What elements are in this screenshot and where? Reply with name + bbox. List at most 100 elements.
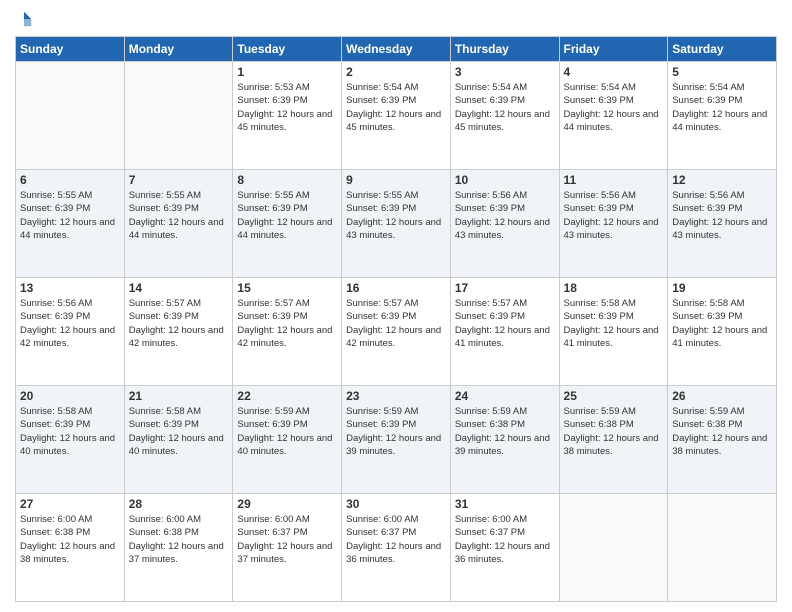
- day-number: 16: [346, 281, 446, 295]
- calendar-cell: 19 Sunrise: 5:58 AMSunset: 6:39 PMDayligh…: [668, 278, 777, 386]
- day-info: Sunrise: 5:56 AMSunset: 6:39 PMDaylight:…: [20, 297, 120, 350]
- day-info: Sunrise: 5:58 AMSunset: 6:39 PMDaylight:…: [20, 405, 120, 458]
- calendar-cell: 21 Sunrise: 5:58 AMSunset: 6:39 PMDayligh…: [124, 386, 233, 494]
- calendar-cell: 24 Sunrise: 5:59 AMSunset: 6:38 PMDayligh…: [450, 386, 559, 494]
- day-info: Sunrise: 5:57 AMSunset: 6:39 PMDaylight:…: [129, 297, 229, 350]
- day-info: Sunrise: 5:57 AMSunset: 6:39 PMDaylight:…: [346, 297, 446, 350]
- day-number: 1: [237, 65, 337, 79]
- day-info: Sunrise: 5:55 AMSunset: 6:39 PMDaylight:…: [20, 189, 120, 242]
- calendar-cell: 27Sunrise: 6:00 AMSunset: 6:38 PMDayligh…: [16, 494, 125, 602]
- calendar-cell: 4 Sunrise: 5:54 AMSunset: 6:39 PMDaylight…: [559, 62, 668, 170]
- calendar-cell: 12 Sunrise: 5:56 AMSunset: 6:39 PMDayligh…: [668, 170, 777, 278]
- calendar-week-4: 20Sunrise: 5:58 AMSunset: 6:39 PMDayligh…: [16, 386, 777, 494]
- day-info: Sunrise: 5:55 AMSunset: 6:39 PMDaylight:…: [346, 189, 446, 242]
- day-info: Sunrise: 5:54 AMSunset: 6:39 PMDaylight:…: [455, 81, 555, 134]
- day-number: 18: [564, 281, 664, 295]
- calendar-cell: 8Sunrise: 5:55 AMSunset: 6:39 PMDaylight…: [233, 170, 342, 278]
- day-number: 9: [346, 173, 446, 187]
- calendar-header-sunday: Sunday: [16, 37, 125, 62]
- day-number: 29: [237, 497, 337, 511]
- calendar-cell: 1 Sunrise: 5:53 AMSunset: 6:39 PMDaylight…: [233, 62, 342, 170]
- day-number: 10: [455, 173, 555, 187]
- day-info: Sunrise: 5:56 AMSunset: 6:39 PMDaylight:…: [564, 189, 664, 242]
- calendar-cell: 29 Sunrise: 6:00 AMSunset: 6:37 PMDayligh…: [233, 494, 342, 602]
- day-number: 6: [20, 173, 120, 187]
- calendar-cell: 16 Sunrise: 5:57 AMSunset: 6:39 PMDayligh…: [342, 278, 451, 386]
- day-number: 22: [237, 389, 337, 403]
- calendar-week-5: 27 Sunrise: 6:00 AMSunset: 6:38 PMDayligh…: [16, 494, 777, 602]
- calendar-cell: 6 Sunrise: 5:55 AMSunset: 6:39 PMDaylight…: [16, 170, 125, 278]
- day-number: 26: [672, 389, 772, 403]
- day-info: Sunrise: 5:58 AMSunset: 6:39 PMDaylight:…: [129, 405, 229, 458]
- calendar-cell: 13 Sunrise: 5:56 AMSunset: 6:39 PMDayligh…: [16, 278, 125, 386]
- calendar-page: SundayMondayTuesdayWednesdayThursdayFrid…: [0, 0, 792, 612]
- calendar-cell: 25Sunrise: 5:59 AMSunset: 6:38 PMDayligh…: [559, 386, 668, 494]
- calendar-week-3: 13 Sunrise: 5:56 AMSunset: 6:39 PMDayligh…: [16, 278, 777, 386]
- calendar-week-1: 1 Sunrise: 5:53 AMSunset: 6:39 PMDaylight…: [16, 62, 777, 170]
- calendar-header-monday: Monday: [124, 37, 233, 62]
- calendar-cell: 7 Sunrise: 5:55 AMSunset: 6:39 PMDaylight…: [124, 170, 233, 278]
- day-number: 12: [672, 173, 772, 187]
- day-info: Sunrise: 6:00 AMSunset: 6:37 PMDaylight:…: [455, 513, 555, 566]
- day-number: 21: [129, 389, 229, 403]
- day-number: 27: [20, 497, 120, 511]
- calendar-header-wednesday: Wednesday: [342, 37, 451, 62]
- day-number: 11: [564, 173, 664, 187]
- calendar-cell: 18 Sunrise: 5:58 AMSunset: 6:39 PMDayligh…: [559, 278, 668, 386]
- calendar-cell: 15 Sunrise: 5:57 AMSunset: 6:39 PMDayligh…: [233, 278, 342, 386]
- day-number: 30: [346, 497, 446, 511]
- day-info: Sunrise: 5:59 AMSunset: 6:39 PMDaylight:…: [346, 405, 446, 458]
- calendar-cell: [559, 494, 668, 602]
- calendar-cell: 23 Sunrise: 5:59 AMSunset: 6:39 PMDayligh…: [342, 386, 451, 494]
- calendar-cell: 31 Sunrise: 6:00 AMSunset: 6:37 PMDayligh…: [450, 494, 559, 602]
- day-number: 2: [346, 65, 446, 79]
- calendar-header-friday: Friday: [559, 37, 668, 62]
- calendar-cell: [124, 62, 233, 170]
- calendar-cell: 11 Sunrise: 5:56 AMSunset: 6:39 PMDayligh…: [559, 170, 668, 278]
- day-number: 5: [672, 65, 772, 79]
- day-info: Sunrise: 5:56 AMSunset: 6:39 PMDaylight:…: [672, 189, 772, 242]
- day-info: Sunrise: 5:55 AMSunset: 6:39 PMDaylight:…: [129, 189, 229, 242]
- day-number: 4: [564, 65, 664, 79]
- day-info: Sunrise: 5:54 AMSunset: 6:39 PMDaylight:…: [564, 81, 664, 134]
- logo-icon: [15, 10, 33, 28]
- day-info: Sunrise: 6:00 AMSunset: 6:37 PMDaylight:…: [237, 513, 337, 566]
- calendar-cell: 20Sunrise: 5:58 AMSunset: 6:39 PMDayligh…: [16, 386, 125, 494]
- calendar-cell: 22Sunrise: 5:59 AMSunset: 6:39 PMDayligh…: [233, 386, 342, 494]
- day-number: 25: [564, 389, 664, 403]
- page-header: [15, 10, 777, 28]
- day-number: 13: [20, 281, 120, 295]
- day-info: Sunrise: 6:00 AMSunset: 6:38 PMDaylight:…: [129, 513, 229, 566]
- calendar-cell: 14 Sunrise: 5:57 AMSunset: 6:39 PMDayligh…: [124, 278, 233, 386]
- calendar-cell: 9 Sunrise: 5:55 AMSunset: 6:39 PMDaylight…: [342, 170, 451, 278]
- logo: [15, 10, 35, 28]
- calendar-cell: [16, 62, 125, 170]
- day-info: Sunrise: 6:00 AMSunset: 6:37 PMDaylight:…: [346, 513, 446, 566]
- calendar-table: SundayMondayTuesdayWednesdayThursdayFrid…: [15, 36, 777, 602]
- day-number: 24: [455, 389, 555, 403]
- calendar-cell: 10Sunrise: 5:56 AMSunset: 6:39 PMDayligh…: [450, 170, 559, 278]
- day-number: 19: [672, 281, 772, 295]
- day-info: Sunrise: 5:58 AMSunset: 6:39 PMDaylight:…: [564, 297, 664, 350]
- day-info: Sunrise: 5:54 AMSunset: 6:39 PMDaylight:…: [672, 81, 772, 134]
- day-info: Sunrise: 5:57 AMSunset: 6:39 PMDaylight:…: [455, 297, 555, 350]
- calendar-cell: 28 Sunrise: 6:00 AMSunset: 6:38 PMDayligh…: [124, 494, 233, 602]
- day-number: 31: [455, 497, 555, 511]
- day-number: 15: [237, 281, 337, 295]
- day-number: 28: [129, 497, 229, 511]
- day-number: 23: [346, 389, 446, 403]
- day-info: Sunrise: 5:54 AMSunset: 6:39 PMDaylight:…: [346, 81, 446, 134]
- day-info: Sunrise: 5:53 AMSunset: 6:39 PMDaylight:…: [237, 81, 337, 134]
- calendar-cell: 17Sunrise: 5:57 AMSunset: 6:39 PMDayligh…: [450, 278, 559, 386]
- day-info: Sunrise: 5:59 AMSunset: 6:38 PMDaylight:…: [455, 405, 555, 458]
- day-number: 7: [129, 173, 229, 187]
- calendar-cell: [668, 494, 777, 602]
- calendar-cell: 26Sunrise: 5:59 AMSunset: 6:38 PMDayligh…: [668, 386, 777, 494]
- calendar-header-row: SundayMondayTuesdayWednesdayThursdayFrid…: [16, 37, 777, 62]
- day-info: Sunrise: 5:58 AMSunset: 6:39 PMDaylight:…: [672, 297, 772, 350]
- calendar-header-saturday: Saturday: [668, 37, 777, 62]
- calendar-header-thursday: Thursday: [450, 37, 559, 62]
- day-number: 14: [129, 281, 229, 295]
- day-number: 3: [455, 65, 555, 79]
- day-info: Sunrise: 5:57 AMSunset: 6:39 PMDaylight:…: [237, 297, 337, 350]
